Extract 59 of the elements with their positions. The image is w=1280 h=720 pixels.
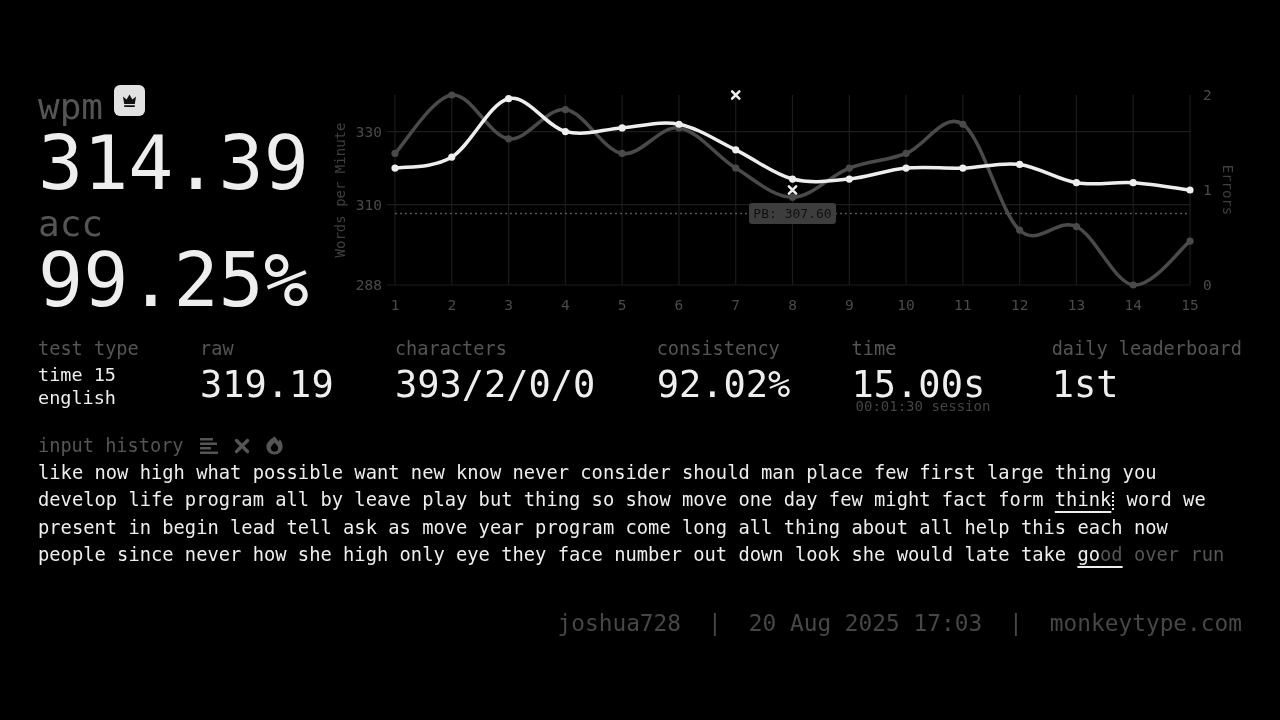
axis-tick-label: 14 — [1124, 297, 1142, 313]
error-word: think — [1054, 489, 1112, 511]
section-title: input history — [38, 434, 184, 457]
untyped-words: over run — [1132, 544, 1225, 566]
axis-title: Errors — [1220, 164, 1236, 216]
stat-note: 00:01:30 session — [855, 399, 991, 413]
axis-tick-label: 8 — [788, 297, 797, 313]
axis-tick-label: 3 — [504, 297, 513, 313]
axis-tick-label: 15 — [1181, 297, 1199, 313]
stat-label: test type — [38, 337, 139, 360]
typed-words: like now high what possible want new know never consider should man place few first large thing you — [38, 462, 1157, 483]
stat-label: wpm — [38, 88, 104, 126]
axis-tick-label: 0 — [1203, 277, 1212, 293]
typed-words: develop life program all by leave play but thing so show move one day few might fact form — [38, 489, 1045, 511]
axis-title: Words per Minute — [332, 122, 348, 258]
axis-tick-label: 12 — [1010, 297, 1029, 313]
footer-text: 20 Aug 2025 17:03 — [748, 608, 983, 637]
axis-tick-label: 330 — [355, 123, 382, 140]
axis-tick-label: 4 — [561, 297, 570, 313]
axis-tick-label: 1 — [1203, 182, 1212, 198]
flame-icon[interactable] — [265, 436, 283, 455]
axis-tick-label: 7 — [731, 297, 741, 313]
error-word: go — [1077, 544, 1100, 566]
dotted-line-icon — [1112, 492, 1115, 512]
axis-tick-label: 288 — [355, 277, 382, 293]
stat-value: time 15 — [38, 363, 117, 386]
axis-tick-label: 5 — [617, 297, 627, 313]
footer-text: | — [1009, 608, 1023, 637]
axis-tick-label: 310 — [355, 196, 382, 213]
stat-value: 319.19 — [200, 367, 334, 403]
close-icon[interactable] — [233, 437, 250, 454]
stat-value: 393/2/0/0 — [394, 367, 596, 403]
stat-value: 1st — [1051, 367, 1120, 403]
stat-value: english — [38, 386, 117, 409]
axis-tick-label: 1 — [390, 297, 400, 313]
axis-tick-label: 2 — [1203, 87, 1212, 103]
footer-text: monkeytype.com — [1049, 608, 1242, 637]
stat-value: 99.25% — [38, 243, 310, 318]
missed-letters: od — [1100, 544, 1123, 566]
stat-label: acc — [38, 205, 104, 243]
axis-tick-label: 6 — [674, 297, 684, 313]
typed-words: people since never how she high only eye they face number out down look she would late take — [38, 544, 1068, 566]
stat-value: 314.39 — [38, 126, 310, 201]
typed-words: present in begin lead tell ask as move year program come long all thing about all help this each now — [38, 516, 1168, 538]
footer-text: joshua728 — [557, 608, 682, 637]
stat-label: characters — [394, 337, 508, 360]
axis-tick-label: 11 — [954, 297, 972, 313]
bars-icon[interactable] — [199, 436, 218, 455]
stat-label: daily leaderboard — [1051, 337, 1242, 360]
stat-label: consistency — [656, 337, 781, 360]
stat-label: time — [851, 337, 898, 360]
axis-tick-label: 10 — [897, 297, 915, 313]
axis-tick-label: 9 — [844, 297, 854, 313]
footer-text: | — [708, 608, 722, 637]
stat-label: raw — [200, 337, 235, 360]
axis-tick-label: 13 — [1067, 297, 1086, 313]
typed-words: word we — [1125, 489, 1206, 511]
stat-value: 92.02% — [656, 367, 791, 403]
axis-tick-label: 2 — [447, 297, 457, 313]
